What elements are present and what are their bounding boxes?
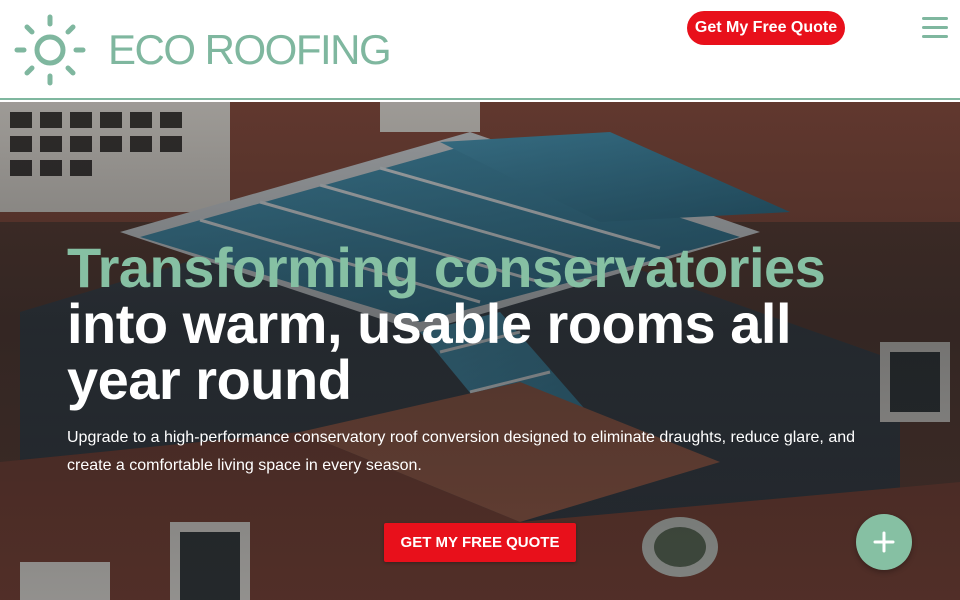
brand-name: ECO ROOFING bbox=[108, 26, 392, 73]
get-quote-header-button[interactable]: Get My Free Quote bbox=[687, 11, 845, 45]
logo[interactable]: ECO ROOFING bbox=[14, 14, 392, 86]
hero-headline-accent: Transforming conservatories bbox=[67, 236, 826, 299]
hero-content: Transforming conservatories into warm, u… bbox=[67, 240, 887, 480]
hero-subtext: Upgrade to a high-performance conservato… bbox=[67, 429, 856, 474]
get-quote-hero-button[interactable]: GET MY FREE QUOTE bbox=[384, 523, 576, 562]
hero-headline: Transforming conservatories into warm, u… bbox=[67, 240, 887, 408]
plus-icon-glyph bbox=[873, 531, 895, 553]
plus-icon[interactable] bbox=[856, 514, 912, 570]
sun-icon bbox=[14, 14, 86, 86]
hero-section: Transforming conservatories into warm, u… bbox=[0, 102, 960, 600]
hero-headline-rest: into warm, usable rooms all year round bbox=[67, 292, 792, 411]
site-header: ECO ROOFING Get My Free Quote bbox=[0, 0, 960, 100]
hamburger-menu-icon[interactable] bbox=[922, 17, 948, 39]
